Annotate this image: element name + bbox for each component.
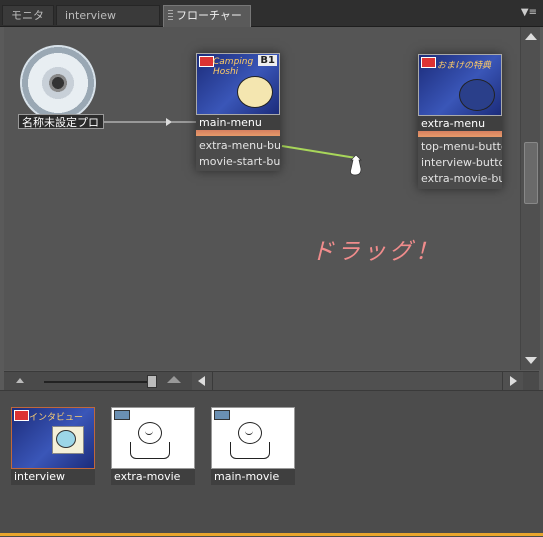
tab-monitor-label: モニタ: [11, 9, 44, 22]
disc-icon[interactable]: [20, 45, 96, 121]
button-extra-movie-button[interactable]: extra-movie-button: [418, 171, 502, 187]
character-body: [130, 442, 170, 459]
movie-icon: [214, 410, 230, 420]
panel-menu-icon[interactable]: ▼≡: [521, 7, 537, 18]
character-icon: [56, 430, 76, 448]
scroll-up-icon[interactable]: [525, 33, 537, 40]
vertical-scrollbar[interactable]: [520, 27, 540, 370]
character-body: [230, 442, 270, 459]
asset-thumbnail: インタビュー: [11, 407, 95, 469]
tab-flowchart[interactable]: フローチャート×: [163, 5, 251, 42]
scroll-left-icon[interactable]: [198, 376, 205, 386]
character-icon: [138, 422, 162, 444]
character-icon: [238, 422, 262, 444]
menu-tag-badge: B1: [258, 55, 277, 66]
scroll-separator: [502, 372, 503, 390]
character-icon: [237, 76, 273, 108]
link-arrowhead: [166, 118, 172, 126]
scroll-right-icon[interactable]: [510, 376, 517, 386]
button-movie-start-button[interactable]: movie-start-button: [196, 154, 280, 170]
panel-tab-bar: モニタ interview フローチャート× ▼≡: [0, 0, 543, 42]
disc-project-label[interactable]: 名称未設定プロ: [18, 114, 104, 129]
zoom-slider-handle[interactable]: [147, 375, 157, 388]
zoom-in-icon[interactable]: [167, 376, 181, 383]
node-name: extra-menu: [418, 116, 502, 131]
button-interview-button[interactable]: interview-button: [418, 155, 502, 171]
asset-interview[interactable]: インタビュー interview: [11, 407, 95, 486]
horizontal-scrollbar[interactable]: [192, 372, 523, 390]
menu-badge-icon: [14, 410, 29, 421]
tab-monitor[interactable]: モニタ: [2, 5, 54, 25]
menu-thumbnail: Camping Hoshi B1: [196, 53, 280, 115]
asset-label: extra-movie: [111, 469, 195, 485]
node-stripe: [196, 130, 280, 136]
zoom-slider-track[interactable]: [44, 381, 152, 383]
drag-annotation: ドラッグ！: [311, 239, 441, 265]
asset-thumbnail: [211, 407, 295, 469]
movie-icon: [114, 410, 130, 420]
character-icon: [459, 79, 495, 111]
zoom-bar: [4, 371, 539, 390]
button-extra-menu-button[interactable]: extra-menu-button: [196, 138, 280, 154]
button-top-menu-button[interactable]: top-menu-button: [418, 139, 502, 155]
scroll-separator: [212, 372, 213, 390]
drag-grip-icon[interactable]: [168, 10, 173, 22]
zoom-out-icon[interactable]: [16, 378, 24, 383]
asset-extra-movie[interactable]: extra-movie: [111, 407, 195, 486]
flowchart-canvas[interactable]: 名称未設定プロ Camping Hoshi B1 main-menu extra…: [4, 27, 520, 370]
menu-node-main-menu[interactable]: Camping Hoshi B1 main-menu extra-menu-bu…: [196, 53, 280, 171]
asset-label: interview: [11, 469, 95, 485]
node-name: main-menu: [196, 115, 280, 130]
scroll-down-icon[interactable]: [525, 357, 537, 364]
menu-node-extra-menu[interactable]: おまけの特典 extra-menu top-menu-button interv…: [418, 54, 502, 189]
drag-line: [281, 145, 357, 159]
asset-bin: インタビュー interview extra-movie main-movie: [0, 390, 543, 537]
asset-main-movie[interactable]: main-movie: [211, 407, 295, 486]
asset-title-art: インタビュー: [29, 413, 84, 423]
menu-badge-icon: [199, 56, 214, 67]
tab-interview[interactable]: interview: [56, 5, 160, 25]
menu-title-art: おまけの特典: [437, 61, 492, 71]
node-stripe: [418, 131, 502, 137]
scroll-thumb[interactable]: [524, 142, 538, 204]
menu-badge-icon: [421, 57, 436, 68]
asset-label: main-movie: [211, 469, 295, 485]
asset-thumbnail: [111, 407, 195, 469]
menu-thumbnail: おまけの特典: [418, 54, 502, 116]
tab-interview-label: interview: [65, 9, 116, 22]
